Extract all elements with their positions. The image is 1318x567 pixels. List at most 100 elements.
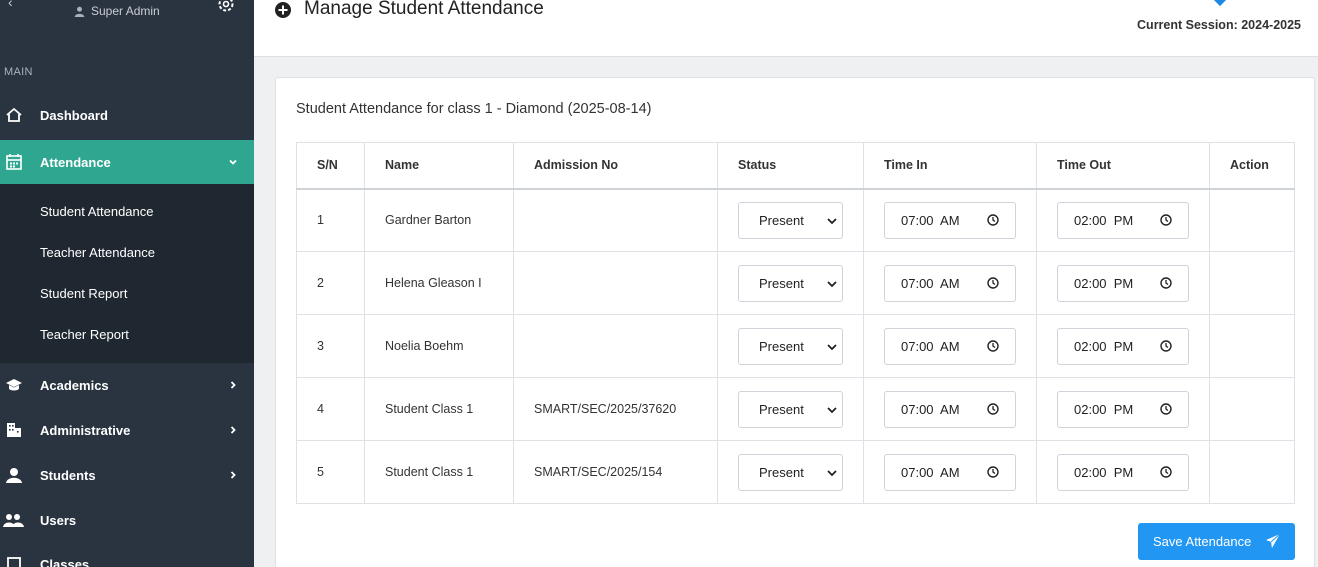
- clock-icon[interactable]: [987, 339, 999, 352]
- col-header-status: Status: [717, 142, 864, 190]
- sidebar-item-label: Attendance: [40, 154, 111, 170]
- submenu-teacher-attendance[interactable]: Teacher Attendance: [40, 245, 155, 260]
- attendance-card: Student Attendance for class 1 - Diamond…: [275, 77, 1315, 567]
- chevron-right-icon: [230, 426, 236, 434]
- submenu-student-attendance[interactable]: Student Attendance: [40, 204, 153, 219]
- cell-name: Gardner Barton: [364, 188, 514, 252]
- clock-icon[interactable]: [1160, 214, 1172, 226]
- building-icon: [7, 423, 21, 437]
- sidebar-user: ‹ Super Admin: [0, 0, 254, 30]
- time-out-input[interactable]: 02:00 PM: [1057, 264, 1189, 302]
- sidebar-item-label: Classes: [40, 556, 90, 567]
- status-value: Present: [759, 212, 804, 228]
- col-header-admission: Admission No: [513, 142, 718, 190]
- status-select[interactable]: Present: [738, 264, 843, 302]
- time-in-input[interactable]: 07:00 AM: [884, 201, 1016, 239]
- student-icon: [6, 468, 22, 483]
- sidebar-item-dashboard[interactable]: Dashboard: [0, 93, 254, 137]
- sidebar-item-students[interactable]: Students: [0, 453, 254, 497]
- time-in-value: 07:00 AM: [901, 401, 960, 417]
- status-select[interactable]: Present: [738, 453, 843, 491]
- session-indicator-icon: [1212, 0, 1228, 7]
- cell-name: Student Class 1: [364, 440, 514, 504]
- chevron-down-icon: [229, 159, 237, 165]
- cell-admission: [513, 314, 718, 378]
- time-out-input[interactable]: 02:00 PM: [1057, 327, 1189, 365]
- status-select[interactable]: Present: [738, 327, 843, 365]
- time-in-input[interactable]: 07:00 AM: [884, 264, 1016, 302]
- cell-action: [1209, 188, 1295, 252]
- cell-admission: SMART/SEC/2025/37620: [513, 377, 718, 441]
- clock-icon[interactable]: [987, 402, 999, 415]
- time-out-value: 02:00 PM: [1074, 464, 1134, 480]
- classes-icon: [7, 557, 21, 567]
- status-select[interactable]: Present: [738, 201, 843, 239]
- table-header-row: S/N Name Admission No Status Time In Tim…: [296, 142, 1295, 190]
- plus-circle-icon: [275, 2, 291, 18]
- sidebar-section-main: MAIN: [4, 66, 33, 78]
- time-in-input[interactable]: 07:00 AM: [884, 453, 1016, 491]
- sidebar-item-classes[interactable]: Classes: [0, 542, 254, 567]
- sidebar-item-label: Students: [40, 467, 96, 483]
- time-out-value: 02:00 PM: [1074, 338, 1134, 354]
- cell-action: [1209, 377, 1295, 441]
- time-in-input[interactable]: 07:00 AM: [884, 327, 1016, 365]
- chevron-down-icon: [827, 343, 837, 350]
- attendance-submenu: Student Attendance Teacher Attendance St…: [0, 184, 254, 363]
- sidebar-item-users[interactable]: Users: [0, 498, 254, 542]
- chevron-right-icon: [230, 381, 236, 389]
- chevron-down-icon: [827, 406, 837, 413]
- time-in-value: 07:00 AM: [901, 464, 960, 480]
- time-out-input[interactable]: 02:00 PM: [1057, 453, 1189, 491]
- table-row: 4 Student Class 1 SMART/SEC/2025/37620 P…: [296, 377, 1295, 441]
- col-header-time-in: Time In: [863, 142, 1037, 190]
- col-header-time-out: Time Out: [1036, 142, 1210, 190]
- clock-icon[interactable]: [1160, 402, 1172, 415]
- chevron-down-icon: [827, 218, 837, 225]
- clock-icon[interactable]: [987, 465, 999, 478]
- user-icon: [74, 6, 85, 17]
- time-in-value: 07:00 AM: [901, 275, 960, 291]
- top-bar: Manage Student Attendance Current Sessio…: [254, 0, 1318, 57]
- chevron-down-icon: [827, 469, 837, 476]
- sidebar-item-academics[interactable]: Academics: [0, 363, 254, 407]
- status-value: Present: [759, 401, 804, 417]
- cell-admission: [513, 188, 718, 252]
- clock-icon[interactable]: [1160, 465, 1172, 478]
- cell-action: [1209, 251, 1295, 315]
- time-out-input[interactable]: 02:00 PM: [1057, 201, 1189, 239]
- time-in-input[interactable]: 07:00 AM: [884, 390, 1016, 428]
- calendar-icon: [6, 154, 22, 170]
- col-header-sn: S/N: [296, 142, 365, 190]
- cell-admission: SMART/SEC/2025/154: [513, 440, 718, 504]
- user-role: Super Admin: [74, 4, 160, 18]
- status-select[interactable]: Present: [738, 390, 843, 428]
- cell-sn: 1: [296, 188, 365, 252]
- users-icon: [3, 514, 24, 527]
- table-row: 5 Student Class 1 SMART/SEC/2025/154 Pre…: [296, 440, 1295, 504]
- time-out-input[interactable]: 02:00 PM: [1057, 390, 1189, 428]
- col-header-name: Name: [364, 142, 514, 190]
- current-session: Current Session: 2024-2025: [1137, 18, 1301, 32]
- submenu-teacher-report[interactable]: Teacher Report: [40, 327, 129, 342]
- clock-icon[interactable]: [987, 214, 999, 226]
- cell-action: [1209, 440, 1295, 504]
- gear-icon[interactable]: [216, 0, 236, 14]
- clock-icon[interactable]: [1160, 276, 1172, 289]
- clock-icon[interactable]: [1160, 339, 1172, 352]
- user-role-label: Super Admin: [91, 4, 160, 18]
- save-attendance-button[interactable]: Save Attendance: [1138, 523, 1295, 560]
- sidebar-item-attendance[interactable]: Attendance: [0, 140, 254, 184]
- sidebar-item-administrative[interactable]: Administrative: [0, 408, 254, 452]
- cell-name: Student Class 1: [364, 377, 514, 441]
- save-attendance-label: Save Attendance: [1153, 534, 1252, 549]
- chevron-right-icon: [230, 471, 236, 479]
- graduation-cap-icon: [6, 379, 22, 391]
- clock-icon[interactable]: [987, 276, 999, 289]
- sidebar-item-label: Academics: [40, 377, 109, 393]
- chevron-left-icon[interactable]: ‹: [8, 0, 13, 10]
- table-row: 3 Noelia Boehm Present 07:00 AM 02:00 PM: [296, 314, 1295, 378]
- status-value: Present: [759, 464, 804, 480]
- chevron-down-icon: [827, 280, 837, 287]
- submenu-student-report[interactable]: Student Report: [40, 286, 127, 301]
